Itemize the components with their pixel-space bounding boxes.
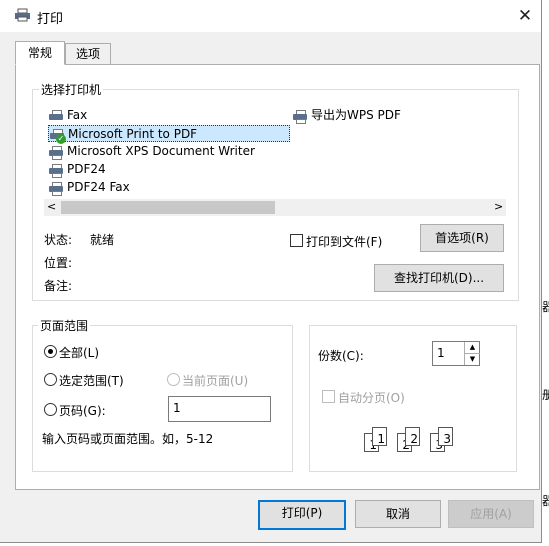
pages-radio[interactable] [44,403,57,416]
print-to-file-checkbox[interactable] [290,234,303,247]
collate-label[interactable]: 自动分页(O) [338,389,405,406]
printer-item-fax[interactable]: Fax [48,107,87,124]
printer-icon [48,181,65,196]
collate-illustration: 1 1 2 2 3 3 [364,423,464,455]
printer-list[interactable]: Fax ✓ Microsoft Print to PDF Microsoft XP… [44,105,506,217]
printer-name: 导出为WPS PDF [311,108,401,122]
current-page-radio[interactable] [167,373,180,386]
tab-label: 常规 [27,46,52,60]
printer-icon [292,109,309,124]
printer-icon [48,163,65,178]
print-dialog: 打印 ✕ 常规 选项 选择打印机 Fax ✓ Microsoft Print to… [0,0,542,543]
tab-general[interactable]: 常规 [15,41,65,65]
copies-spin-buttons[interactable]: ▲ ▼ [464,342,480,365]
chevron-left-icon[interactable]: < [47,200,56,213]
scrollbar-thumb[interactable] [61,201,275,214]
collate-page-icon: 3 [438,427,453,446]
printer-item-microsoft-print-to-pdf[interactable]: ✓ Microsoft Print to PDF [48,125,290,144]
window-title: 打印 [37,12,64,27]
pages-label[interactable]: 页码(G): [59,402,106,419]
fax-icon [48,109,65,123]
page-range-hint: 输入页码或页面范围。如，5-12 [42,432,214,446]
selection-label[interactable]: 选定范围(T) [59,372,124,389]
tab-label: 选项 [75,47,100,61]
background-text: 器 [542,300,549,314]
copies-stepper[interactable]: 1 ▲ ▼ [432,341,480,366]
printer-item-xps-writer[interactable]: Microsoft XPS Document Writer [48,143,255,160]
status-value: 就绪 [90,233,115,247]
pages-input[interactable]: 1 [168,396,271,422]
all-pages-radio[interactable] [44,345,57,358]
close-icon: ✕ [517,6,533,26]
default-printer-icon: ✓ [49,128,66,144]
printer-name: PDF24 Fax [67,180,130,194]
location-label: 位置: [44,256,73,270]
triangle-down-icon[interactable]: ▼ [465,354,480,365]
horizontal-scrollbar[interactable]: < > [44,199,506,216]
collate-checkbox[interactable] [322,390,335,403]
comment-label: 备注: [44,279,73,293]
printer-name: Microsoft XPS Document Writer [67,144,255,158]
find-printer-button[interactable]: 查找打印机(D)... [374,264,504,292]
title-bar: 打印 ✕ [0,0,541,32]
background-text: 册 [542,388,549,402]
printer-group-title: 选择打印机 [39,81,104,98]
close-button[interactable]: ✕ [510,3,540,29]
triangle-up-icon[interactable]: ▲ [465,342,480,354]
chevron-right-icon[interactable]: > [494,200,503,213]
preferences-button[interactable]: 首选项(R) [420,224,504,252]
collate-page-icon: 2 [405,427,420,446]
printer-icon [14,8,31,22]
current-page-label[interactable]: 当前页面(U) [182,372,248,389]
all-pages-label[interactable]: 全部(L) [59,344,99,361]
copies-label: 份数(C): [318,349,364,363]
tab-options[interactable]: 选项 [65,43,111,65]
pages-input-value: 1 [173,401,181,415]
cancel-button[interactable]: 取消 [355,500,441,528]
printer-name: Fax [67,108,88,122]
print-button[interactable]: 打印(P) [258,500,346,530]
printer-name: PDF24 [67,162,106,176]
printer-name: Microsoft Print to PDF [68,127,198,141]
page-range-title: 页面范围 [38,317,91,334]
copies-value: 1 [437,346,445,360]
printer-item-wps-pdf[interactable]: 导出为WPS PDF [292,107,401,124]
tab-panel: 选择打印机 Fax ✓ Microsoft Print to PDF Micros… [15,64,540,490]
printer-item-pdf24-fax[interactable]: PDF24 Fax [48,179,130,196]
printer-icon [48,145,65,160]
collate-page-icon: 1 [372,427,387,446]
selection-radio[interactable] [44,373,57,386]
print-to-file-label[interactable]: 打印到文件(F) [306,233,382,250]
background-text: 器 [542,494,549,508]
printer-item-pdf24[interactable]: PDF24 [48,161,106,178]
apply-button[interactable]: 应用(A) [448,500,534,528]
status-label: 状态: [44,233,73,247]
